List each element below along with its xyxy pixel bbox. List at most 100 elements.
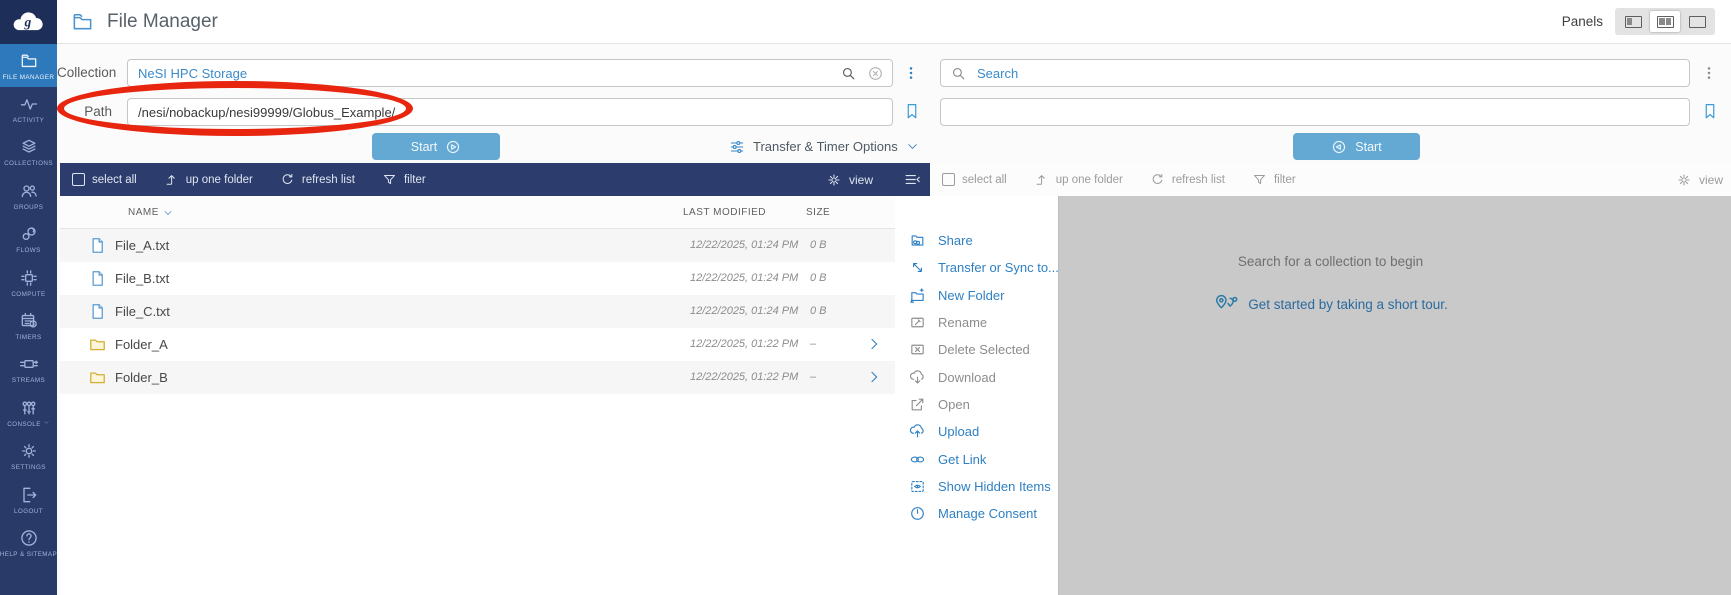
download-cloud-icon [909, 369, 926, 386]
search-input[interactable] [967, 60, 1689, 86]
panel-single-button[interactable] [1682, 11, 1712, 32]
sidebar-item-groups[interactable]: GROUPS [0, 174, 57, 217]
sidebar-item-settings[interactable]: SETTINGS [0, 435, 57, 478]
search-icon[interactable] [840, 65, 857, 82]
transfer-sync-icon [909, 259, 926, 276]
select-all-button[interactable]: select all [942, 173, 1007, 186]
select-all-button[interactable]: select all [72, 173, 137, 186]
show-hidden-eye-icon [909, 478, 926, 495]
filter-funnel-icon [1252, 172, 1267, 187]
menu-item-rename[interactable]: Rename [895, 309, 1058, 336]
rename-icon [909, 314, 926, 331]
sidebar-item-collections[interactable]: COLLECTIONS [0, 131, 57, 174]
path-input[interactable] [128, 99, 892, 125]
map-pins-tour-icon [1213, 292, 1239, 316]
bookmark-icon[interactable] [903, 99, 921, 125]
svg-text:g: g [23, 15, 31, 30]
view-options-button[interactable]: view [826, 172, 873, 188]
sidebar-item-compute[interactable]: COMPUTE [0, 261, 57, 304]
folder-icon [88, 368, 107, 387]
sidebar: g FILE MANAGER ACTIVITY COLLECTIONS [0, 0, 57, 595]
menu-item-delete-selected[interactable]: Delete Selected [895, 336, 1058, 363]
collection-menu-ellipsis-icon[interactable] [903, 60, 919, 86]
up-folder-icon [1034, 172, 1049, 187]
groups-icon [19, 181, 39, 201]
refresh-list-button[interactable]: refresh list [1150, 172, 1225, 187]
search-field [940, 59, 1690, 87]
menu-item-new-folder[interactable]: New Folder [895, 282, 1058, 309]
refresh-list-button[interactable]: refresh list [280, 172, 355, 187]
sidebar-item-help-sitemap[interactable]: HELP & SITEMAP [0, 521, 57, 564]
globus-logo[interactable]: g [0, 0, 57, 44]
power-circle-icon [909, 505, 926, 522]
column-header-name[interactable]: NAME [128, 196, 173, 229]
file-row[interactable]: File_B.txt 12/22/2025, 01:24 PM 0 B [60, 262, 895, 295]
timers-icon [19, 311, 39, 331]
compute-icon [19, 268, 39, 288]
column-header-size[interactable]: SIZE [806, 196, 830, 229]
up-one-folder-button[interactable]: up one folder [164, 172, 253, 187]
transfer-timer-options[interactable]: Transfer & Timer Options [729, 133, 919, 160]
search-menu-ellipsis-icon[interactable] [1701, 60, 1717, 86]
panel-single-left-button[interactable] [1618, 11, 1648, 32]
collapse-menu-icon[interactable] [903, 171, 922, 188]
folder-row[interactable]: Folder_A 12/22/2025, 01:22 PM – [60, 328, 895, 361]
gear-icon [19, 441, 39, 461]
sidebar-item-console[interactable]: CONSOLE [0, 391, 57, 434]
chevron-right-icon[interactable] [866, 336, 882, 352]
topbar: File Manager Panels [57, 0, 1731, 44]
filter-button[interactable]: filter [1252, 172, 1296, 187]
filter-funnel-icon [382, 172, 397, 187]
up-one-folder-button[interactable]: up one folder [1034, 172, 1123, 187]
file-row[interactable]: File_A.txt 12/22/2025, 01:24 PM 0 B [60, 229, 895, 262]
view-options-button[interactable]: view [1676, 172, 1723, 188]
activity-icon [19, 94, 39, 114]
sidebar-item-flows[interactable]: FLOWS [0, 218, 57, 261]
share-icon [909, 232, 926, 249]
flows-icon [19, 224, 39, 244]
menu-item-manage-consent[interactable]: Manage Consent [895, 500, 1058, 527]
new-folder-icon [909, 287, 926, 304]
file-manager-page-icon [69, 10, 96, 33]
collections-icon [19, 137, 39, 157]
file-row[interactable]: File_C.txt 12/22/2025, 01:24 PM 0 B [60, 295, 895, 328]
logout-icon [19, 485, 39, 505]
file-icon [88, 269, 107, 288]
menu-item-get-link[interactable]: Get Link [895, 445, 1058, 472]
chevron-down-icon [906, 140, 919, 153]
sidebar-item-logout[interactable]: LOGOUT [0, 478, 57, 521]
gear-icon [826, 172, 842, 188]
chevron-right-icon[interactable] [866, 369, 882, 385]
folder-row[interactable]: Folder_B 12/22/2025, 01:22 PM – [60, 361, 895, 394]
collection-input[interactable] [128, 60, 840, 86]
start-transfer-right-button[interactable]: Start [1293, 133, 1420, 160]
sidebar-item-streams[interactable]: STREAMS [0, 348, 57, 391]
right-path-input[interactable] [941, 99, 1689, 125]
search-icon [950, 65, 967, 82]
start-transfer-left-button[interactable]: Start [372, 133, 500, 160]
clear-collection-icon[interactable] [867, 65, 884, 82]
folder-icon [88, 335, 107, 354]
panel-double-button[interactable] [1650, 11, 1680, 32]
menu-item-open[interactable]: Open [895, 391, 1058, 418]
panel-layout-toggle [1615, 8, 1715, 35]
right-path-field [940, 98, 1690, 126]
menu-item-share[interactable]: Share [895, 227, 1058, 254]
sidebar-item-timers[interactable]: TIMERS [0, 304, 57, 347]
question-circle-icon [19, 528, 39, 548]
menu-item-upload[interactable]: Upload [895, 418, 1058, 445]
menu-item-show-hidden-items[interactable]: Show Hidden Items [895, 473, 1058, 500]
column-header-last-modified[interactable]: LAST MODIFIED [683, 196, 766, 229]
file-icon [88, 236, 107, 255]
sort-chevron-down-icon [163, 208, 173, 218]
sidebar-item-activity[interactable]: ACTIVITY [0, 87, 57, 130]
file-icon [88, 302, 107, 321]
delete-icon [909, 341, 926, 358]
sidebar-item-file-manager[interactable]: FILE MANAGER [0, 44, 57, 87]
menu-item-download[interactable]: Download [895, 363, 1058, 390]
path-field [127, 98, 893, 126]
collection-label: Collection [57, 59, 112, 87]
menu-item-transfer-or-sync[interactable]: Transfer or Sync to... [895, 254, 1058, 281]
bookmark-icon[interactable] [1701, 99, 1719, 125]
filter-button[interactable]: filter [382, 172, 426, 187]
